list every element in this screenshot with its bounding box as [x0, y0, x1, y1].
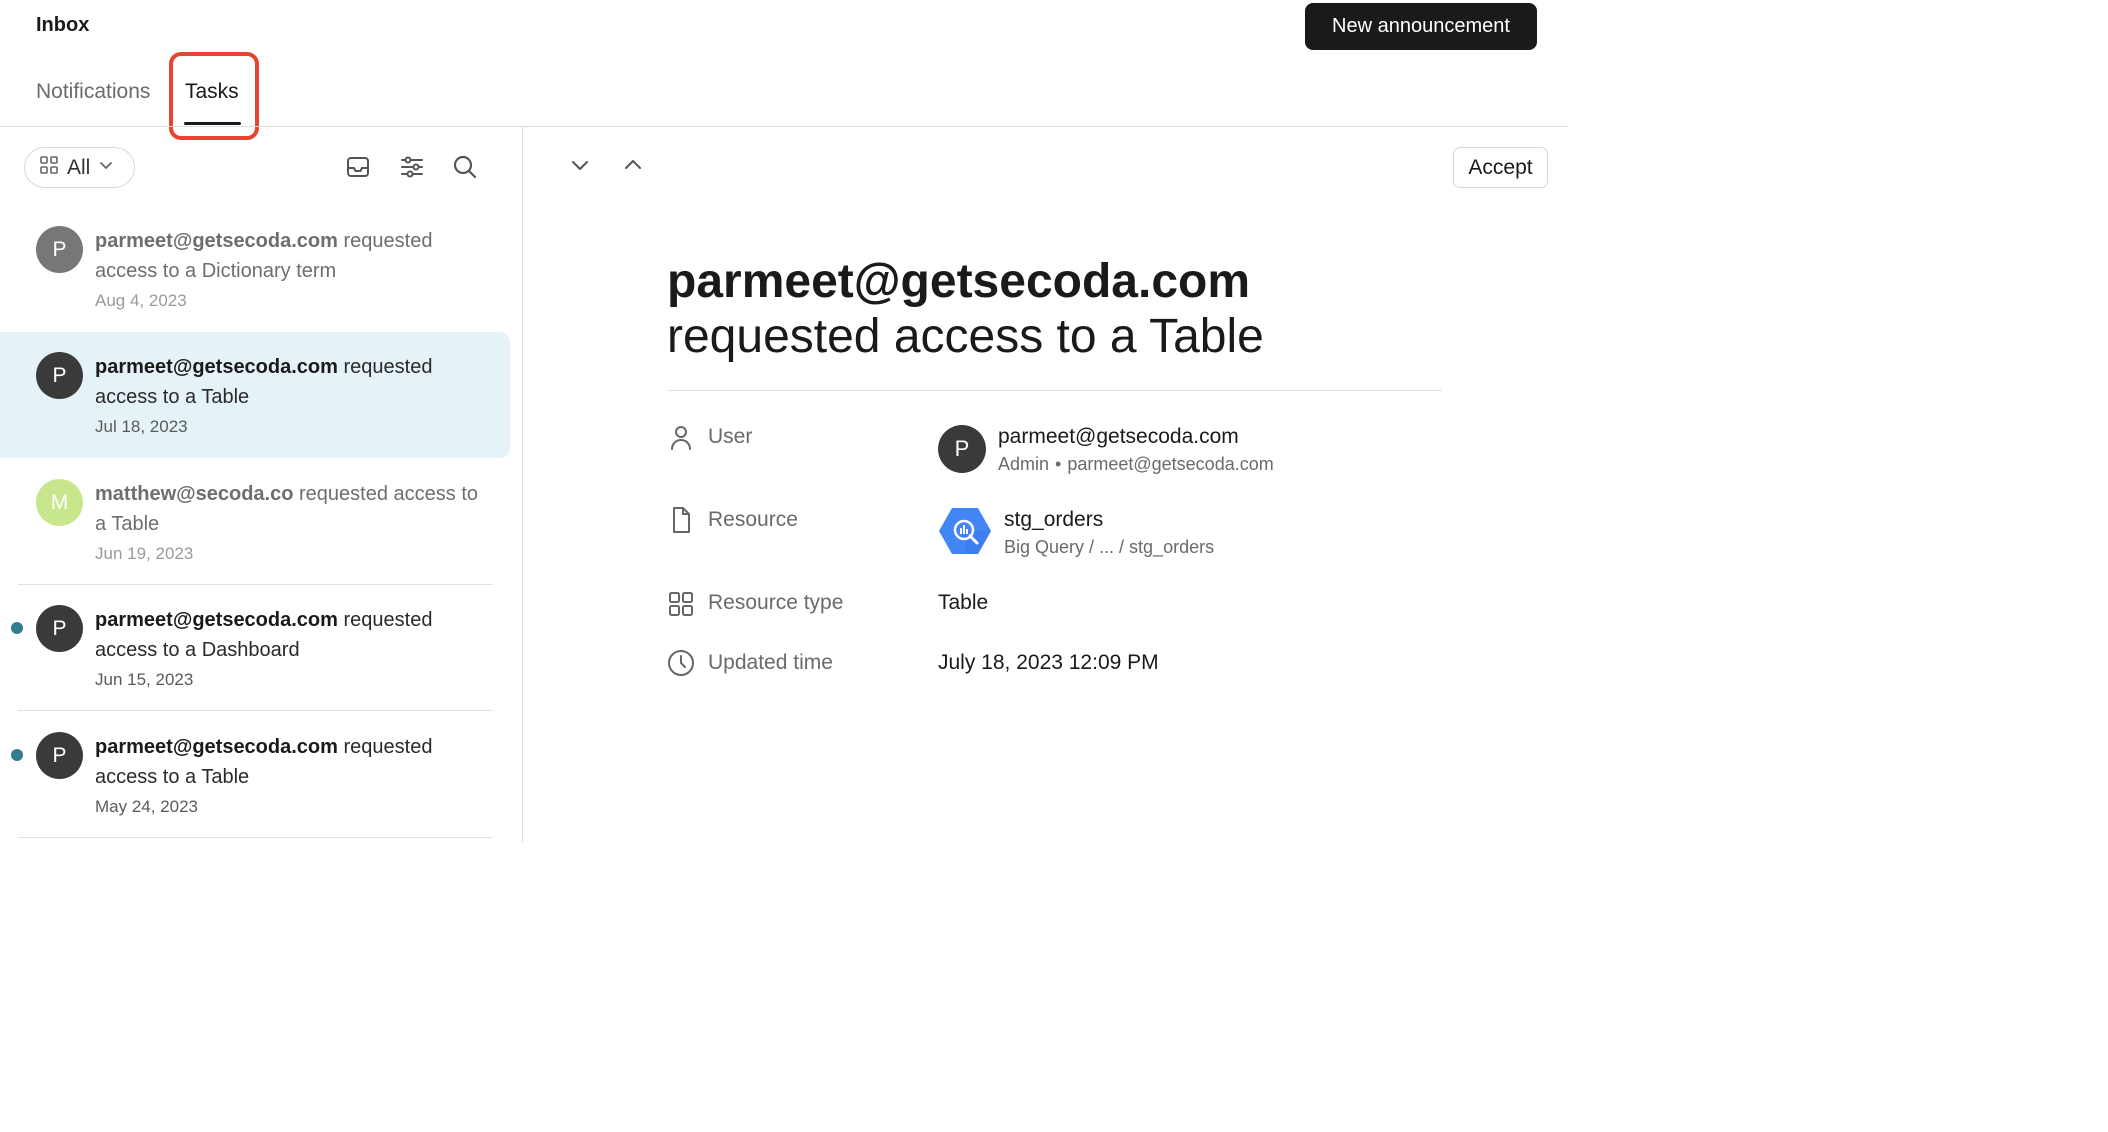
detail-title-action: requested access to a Table — [667, 310, 1264, 363]
list-item[interactable]: P parmeet@getsecoda.com requested access… — [0, 585, 510, 711]
search-icon[interactable] — [450, 152, 480, 182]
user-meta: Admin • parmeet@getsecoda.com — [998, 454, 1274, 475]
updated-time-label: Updated time — [708, 651, 833, 674]
avatar: P — [36, 226, 83, 273]
list-item-text: parmeet@getsecoda.com requested access t… — [95, 605, 485, 665]
resource-type-value: Table — [938, 591, 989, 614]
list-item-text: parmeet@getsecoda.com requested access t… — [95, 352, 485, 412]
unread-indicator — [11, 622, 23, 634]
resource-name[interactable]: stg_orders — [1004, 508, 1103, 532]
file-icon — [667, 506, 695, 534]
list-separator — [18, 710, 493, 711]
list-item-text: parmeet@getsecoda.com requested access t… — [95, 226, 485, 286]
resource-type-label: Resource type — [708, 591, 844, 614]
updated-time-value: July 18, 2023 12:09 PM — [938, 651, 1159, 674]
list-item[interactable]: M matthew@secoda.co requested access to … — [0, 459, 510, 585]
page-title: Inbox — [36, 14, 90, 36]
clock-icon — [667, 649, 695, 677]
avatar: P — [36, 732, 83, 779]
chevron-down-icon — [569, 154, 591, 181]
list-item[interactable]: P parmeet@getsecoda.com requested access… — [0, 712, 510, 838]
list-item[interactable]: P parmeet@getsecoda.com requested access… — [0, 206, 510, 332]
resource-path: Big Query / ... / stg_orders — [1004, 537, 1215, 557]
detail-title: parmeet@getsecoda.com requested access t… — [667, 254, 1467, 364]
list-item-date: Jun 15, 2023 — [95, 670, 194, 689]
next-item-button[interactable] — [564, 151, 596, 183]
grid-icon — [667, 590, 695, 618]
avatar: P — [938, 425, 986, 473]
filter-label: All — [67, 155, 91, 179]
pane-divider — [522, 127, 523, 842]
list-item-user: parmeet@getsecoda.com — [95, 356, 338, 378]
list-item-user: parmeet@getsecoda.com — [95, 230, 338, 252]
list-item-date: Aug 4, 2023 — [95, 291, 187, 310]
list-item-user: parmeet@getsecoda.com — [95, 736, 338, 758]
resource-label: Resource — [708, 508, 798, 531]
chevron-down-icon — [98, 157, 114, 178]
chevron-up-icon — [622, 154, 644, 181]
detail-divider — [667, 390, 1442, 391]
filter-dropdown[interactable]: All — [24, 147, 135, 188]
user-role: Admin — [998, 454, 1050, 474]
avatar: P — [36, 605, 83, 652]
list-item-text: parmeet@getsecoda.com requested access t… — [95, 732, 485, 792]
grid-icon — [39, 155, 59, 180]
user-label: User — [708, 425, 753, 448]
list-separator — [18, 837, 493, 838]
user-email: parmeet@getsecoda.com — [998, 425, 1239, 448]
list-item-date: Jul 18, 2023 — [95, 417, 188, 436]
meta-separator: • — [1055, 454, 1062, 474]
bigquery-icon — [938, 506, 992, 556]
list-item-selected[interactable]: P parmeet@getsecoda.com requested access… — [0, 332, 510, 458]
inbox-icon[interactable] — [343, 152, 373, 182]
list-item-date: Jun 19, 2023 — [95, 544, 194, 563]
list-item-user: parmeet@getsecoda.com — [95, 609, 338, 631]
tab-notifications[interactable]: Notifications — [36, 80, 150, 104]
list-item-text: matthew@secoda.co requested access to a … — [95, 479, 485, 539]
avatar: P — [36, 352, 83, 399]
previous-item-button[interactable] — [617, 151, 649, 183]
avatar: M — [36, 479, 83, 526]
adjustments-icon[interactable] — [397, 152, 427, 182]
user-sub-email: parmeet@getsecoda.com — [1067, 454, 1274, 474]
user-icon — [667, 423, 695, 451]
header-divider — [0, 126, 1568, 127]
list-item-date: May 24, 2023 — [95, 797, 199, 816]
unread-indicator — [11, 749, 23, 761]
detail-title-user: parmeet@getsecoda.com — [667, 255, 1251, 308]
accept-button[interactable]: Accept — [1453, 147, 1548, 188]
list-item-user: matthew@secoda.co — [95, 483, 294, 505]
new-announcement-button[interactable]: New announcement — [1305, 3, 1537, 50]
